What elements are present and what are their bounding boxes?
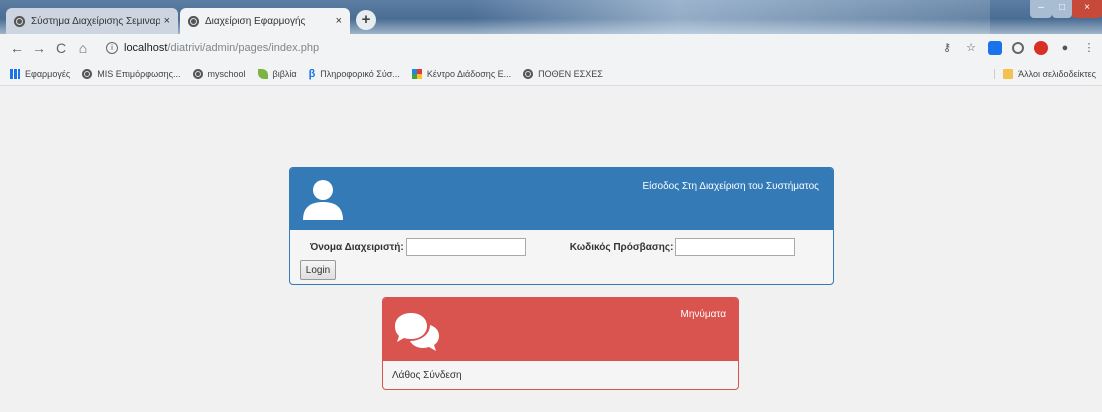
menu-icon[interactable]: ⋮ [1082, 41, 1096, 55]
messages-panel: Μηνύματα Λάθος Σύνδεση [382, 297, 739, 390]
tab-seminars[interactable]: Σύστημα Διαχείρισης Σεμιναρίων × [6, 8, 178, 34]
login-panel-header: Είσοδος Στη Διαχείριση του Συστήματος [290, 168, 833, 230]
account-icon[interactable]: ● [1058, 41, 1072, 55]
other-bookmarks-label: Άλλοι σελιδοδείκτες [1018, 68, 1096, 79]
forward-icon[interactable]: → [28, 40, 50, 56]
reload-icon[interactable]: C [50, 40, 72, 56]
messages-panel-title: Μηνύματα [680, 309, 727, 320]
bookmarks-bar: Εφαρμογές MIS Επιμόρφωσης... myschool βι… [0, 62, 1102, 86]
bookmark-informatics[interactable]: β Πληροφορικό Σύσ... [308, 67, 400, 80]
minimize-button[interactable]: – [1030, 0, 1052, 18]
login-button[interactable]: Login [300, 260, 336, 280]
beta-icon: β [308, 67, 316, 80]
tab-title: Διαχείριση Εφαρμογής [205, 15, 306, 27]
close-tab-icon[interactable]: × [336, 15, 342, 27]
title-bar-glass [470, 0, 990, 34]
login-fields-row: Όνομα Διαχειριστή: Κωδικός Πρόσβασης: [300, 237, 823, 257]
error-message: Λάθος Σύνδεση [392, 370, 462, 381]
key-icon[interactable]: ⚷ [940, 41, 954, 55]
login-panel-title: Είσοδος Στη Διαχείριση του Συστήματος [642, 181, 819, 192]
url-host: localhost [124, 42, 168, 54]
bookmark-apps[interactable]: Εφαρμογές [10, 68, 71, 79]
bookmark-label: βιβλία [272, 68, 297, 79]
globe-icon [14, 15, 25, 27]
user-icon [303, 180, 343, 220]
bookmark-label: Κέντρο Διάδοσης Ε... [426, 68, 512, 79]
close-tab-icon[interactable]: × [164, 15, 170, 27]
globe-icon [82, 68, 93, 79]
chat-bubbles-icon [395, 313, 439, 351]
opera-icon[interactable] [1012, 42, 1024, 54]
globe-icon [192, 68, 203, 79]
globe-icon [523, 68, 534, 79]
tab-title: Σύστημα Διαχείρισης Σεμιναρίων [31, 15, 160, 27]
back-icon[interactable]: ← [6, 40, 28, 56]
globe-icon [188, 15, 199, 27]
new-tab-button[interactable]: + [356, 10, 376, 30]
close-window-button[interactable]: × [1072, 0, 1102, 18]
home-icon[interactable]: ⌂ [72, 40, 94, 56]
adblock-icon[interactable] [1034, 41, 1048, 55]
bookmark-label: MIS Επιμόρφωσης... [97, 68, 181, 79]
page-content: Είσοδος Στη Διαχείριση του Συστήματος Όν… [0, 87, 1102, 412]
colorful-icon [411, 68, 422, 79]
toolbar-icons: ⚷ ☆ ● ⋮ [940, 41, 1096, 55]
bookmark-mis[interactable]: MIS Επιμόρφωσης... [82, 68, 181, 79]
bookmark-myschool[interactable]: myschool [192, 68, 246, 79]
bookmark-center[interactable]: Κέντρο Διάδοσης Ε... [411, 68, 512, 79]
password-input[interactable] [675, 238, 796, 256]
tab-strip: Σύστημα Διαχείρισης Σεμιναρίων × Διαχείρ… [0, 0, 1102, 34]
url-path: /diatrivi/admin/pages/index.php [167, 42, 320, 54]
info-icon[interactable]: i [106, 42, 118, 54]
login-panel: Είσοδος Στη Διαχείριση του Συστήματος Όν… [289, 167, 834, 285]
bookmark-label: myschool [207, 68, 246, 79]
username-input[interactable] [405, 238, 526, 256]
extension-icon[interactable] [988, 41, 1002, 55]
other-bookmarks[interactable]: Άλλοι σελιδοδείκτες [994, 68, 1096, 79]
bookmark-label: Πληροφορικό Σύσ... [320, 68, 400, 79]
bookmark-pothen[interactable]: ΠΟΘΕΝ ΕΣΧΕΣ [523, 68, 603, 79]
url-field[interactable]: i localhost/diatrivi/admin/pages/index.p… [106, 42, 319, 54]
messages-panel-header: Μηνύματα [383, 298, 738, 361]
leaf-icon [257, 68, 268, 79]
bookmark-label: Εφαρμογές [25, 68, 71, 79]
apps-icon [10, 68, 20, 79]
maximize-button[interactable]: □ [1052, 0, 1072, 18]
folder-icon [1003, 68, 1014, 79]
password-label: Κωδικός Πρόσβασης: [569, 241, 674, 253]
address-toolbar: ← → C ⌂ i localhost/diatrivi/admin/pages… [0, 34, 1102, 62]
bookmark-label: ΠΟΘΕΝ ΕΣΧΕΣ [538, 68, 603, 79]
login-form: Όνομα Διαχειριστή: Κωδικός Πρόσβασης: Lo… [290, 230, 833, 284]
bookmark-books[interactable]: βιβλία [257, 68, 297, 79]
username-label: Όνομα Διαχειριστή: [310, 241, 404, 253]
star-icon[interactable]: ☆ [964, 41, 978, 55]
tab-admin[interactable]: Διαχείριση Εφαρμογής × [180, 8, 350, 34]
